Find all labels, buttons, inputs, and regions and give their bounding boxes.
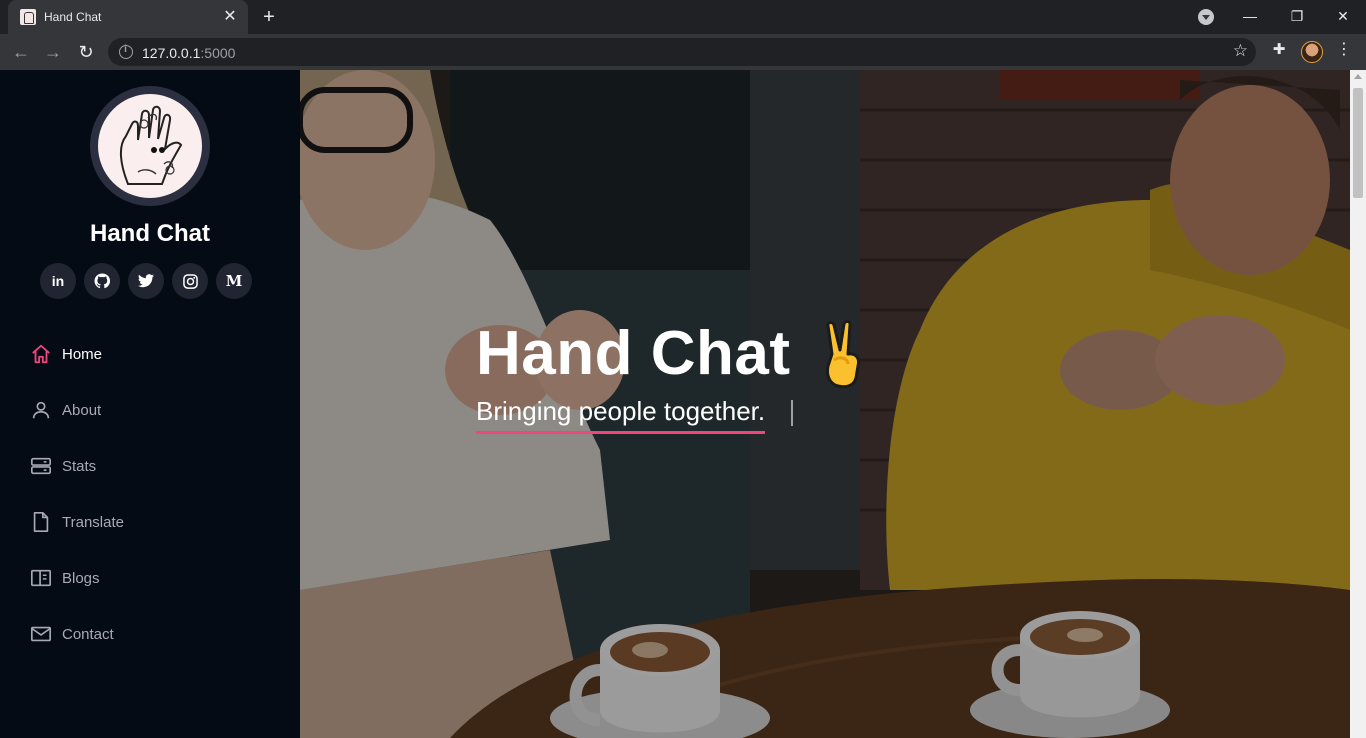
site-info-icon[interactable]: [119, 44, 133, 59]
medium-icon[interactable]: M: [216, 263, 252, 299]
nav-item-contact[interactable]: Contact: [30, 606, 270, 662]
back-icon[interactable]: ←: [8, 39, 34, 65]
url-text: 127.0.0.1:5000: [142, 45, 236, 61]
browser-tab[interactable]: Hand Chat ✕: [8, 0, 248, 34]
favicon-icon: [20, 9, 36, 25]
twitter-icon[interactable]: [128, 263, 164, 299]
hand-logo-icon: [98, 94, 202, 198]
browser-menu-icon[interactable]: ⋮: [1336, 40, 1352, 60]
sidebar: Hand Chat in M Home About Stats Translat…: [0, 70, 300, 738]
profile-avatar[interactable]: [1301, 41, 1323, 63]
nav-item-translate[interactable]: Translate: [30, 494, 270, 550]
bookmark-star-icon[interactable]: ☆: [1233, 41, 1248, 61]
nav-label-stats: Stats: [62, 457, 97, 475]
scroll-up-icon[interactable]: [1354, 74, 1362, 79]
restore-icon[interactable]: ❐: [1283, 4, 1311, 28]
book-icon: [31, 569, 51, 587]
minimize-icon[interactable]: —: [1236, 4, 1264, 28]
forward-icon[interactable]: →: [40, 39, 66, 65]
instagram-icon[interactable]: [172, 263, 208, 299]
hero-title: Hand Chat: [476, 319, 791, 388]
file-icon: [33, 512, 49, 532]
server-icon: [31, 457, 51, 475]
tab-title: Hand Chat: [44, 10, 102, 24]
envelope-icon: [31, 626, 51, 642]
nav-item-blogs[interactable]: Blogs: [30, 550, 270, 606]
close-tab-icon[interactable]: ✕: [220, 7, 240, 27]
extensions-icon[interactable]: ✚: [1270, 40, 1288, 58]
nav-label-blogs: Blogs: [62, 569, 100, 587]
nav-label-about: About: [62, 401, 102, 419]
scrollbar-thumb[interactable]: [1353, 88, 1363, 198]
nav-label-home: Home: [62, 345, 103, 363]
brand-name: Hand Chat: [90, 220, 210, 247]
reload-icon[interactable]: ↻: [73, 39, 99, 65]
browser-toolbar: ← → ↻ 127.0.0.1:5000 ☆: [0, 34, 1366, 70]
nav-item-about[interactable]: About: [30, 382, 270, 438]
nav-item-home[interactable]: Home: [30, 326, 270, 382]
github-icon[interactable]: [84, 263, 120, 299]
nav-item-stats[interactable]: Stats: [30, 438, 270, 494]
typing-cursor: [791, 400, 793, 426]
hero-section: Hand Chat Bringing people together.: [300, 70, 1350, 738]
tab-search-icon[interactable]: [1198, 9, 1214, 25]
linkedin-icon[interactable]: in: [40, 263, 76, 299]
close-window-icon[interactable]: ✕: [1329, 4, 1357, 28]
page-scrollbar[interactable]: [1350, 70, 1366, 738]
new-tab-icon[interactable]: +: [258, 6, 280, 28]
nav-label-translate: Translate: [62, 513, 124, 531]
user-icon: [32, 401, 50, 419]
logo-frame: [90, 86, 210, 206]
social-links: in M: [40, 263, 252, 299]
hero-subtitle: Bringing people together.: [476, 396, 766, 434]
home-icon: [32, 344, 50, 364]
hero-background-image: [300, 70, 1350, 738]
browser-tab-bar: Hand Chat ✕ + — ❐ ✕: [0, 0, 1366, 34]
victory-hand-icon: [826, 320, 860, 389]
main-nav: Home About Stats Translate Blogs Contact: [30, 326, 270, 662]
address-bar[interactable]: 127.0.0.1:5000 ☆: [108, 38, 1256, 66]
nav-label-contact: Contact: [62, 625, 114, 643]
